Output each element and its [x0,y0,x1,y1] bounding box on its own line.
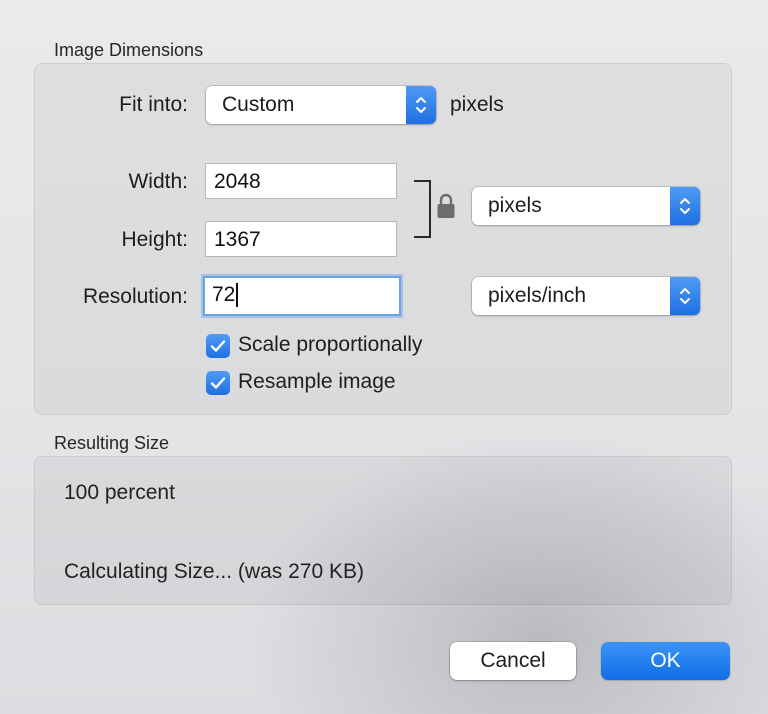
scale-proportionally-checkbox[interactable] [206,334,230,358]
resulting-size-title: Resulting Size [54,433,170,453]
popup-stepper-icon [670,277,700,315]
fit-into-unit-label: pixels [450,93,504,116]
fit-into-popup[interactable]: Custom [206,86,436,124]
popup-stepper-icon [670,187,700,225]
resolution-label: Resolution: [82,285,188,308]
resolution-value: 72 [212,283,236,306]
width-field[interactable]: 2048 [205,163,397,199]
lock-icon[interactable] [436,192,456,220]
checkmark-icon [210,377,226,389]
image-dimensions-title: Image Dimensions [54,40,204,60]
cancel-button[interactable]: Cancel [450,642,576,680]
link-bracket-icon [414,180,431,238]
resulting-size-text: Calculating Size... (was 270 KB) [64,560,364,583]
resample-image-label[interactable]: Resample image [238,370,396,394]
size-unit-popup[interactable]: pixels [472,187,700,225]
popup-stepper-icon [406,86,436,124]
checkmark-icon [210,340,226,352]
resulting-percent: 100 percent [64,481,175,504]
text-caret [236,283,239,308]
width-label: Width: [128,170,188,193]
resolution-field[interactable]: 72 [203,276,401,316]
height-field[interactable]: 1367 [205,221,397,257]
resample-image-checkbox[interactable] [206,371,230,395]
height-label: Height: [121,228,188,251]
resolution-unit-value: pixels/inch [488,284,587,307]
fit-into-value: Custom [222,93,295,116]
ok-button[interactable]: OK [601,642,730,680]
resolution-unit-popup[interactable]: pixels/inch [472,277,700,315]
scale-proportionally-label[interactable]: Scale proportionally [238,333,422,357]
fit-into-label: Fit into: [119,93,188,116]
size-unit-value: pixels [488,194,542,217]
